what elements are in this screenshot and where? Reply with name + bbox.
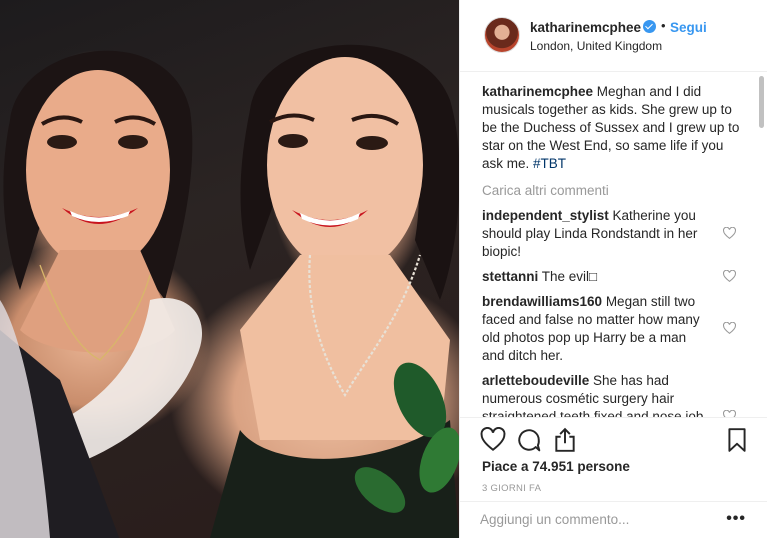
location-link[interactable]: London, United Kingdom <box>530 39 662 53</box>
separator-dot: • <box>661 18 666 33</box>
likes-count[interactable]: Piace a 74.951 persone <box>482 459 630 474</box>
more-options-button[interactable]: ••• <box>726 511 746 527</box>
comment-input[interactable] <box>480 512 710 527</box>
follow-button[interactable]: Segui <box>670 20 707 35</box>
comment-username[interactable]: brendawilliams160 <box>482 294 602 309</box>
header-username[interactable]: katharinemcphee <box>530 20 641 35</box>
comment-username[interactable]: independent_stylist <box>482 208 609 223</box>
list-item: brendawilliams160 Megan still two faced … <box>482 293 742 365</box>
photo-illustration <box>0 44 459 538</box>
comments-list[interactable]: katharinemcphee Meghan and I did musical… <box>460 73 760 417</box>
post-photo <box>0 0 459 538</box>
hashtag-link[interactable]: #TBT <box>533 156 566 171</box>
share-icon[interactable] <box>552 427 578 453</box>
post-timestamp[interactable]: 3 GIORNI FA <box>482 483 541 494</box>
post-header: katharinemcphee • Segui London, United K… <box>460 0 767 72</box>
post-side-panel: katharinemcphee • Segui London, United K… <box>459 0 767 538</box>
bookmark-icon[interactable] <box>724 427 750 453</box>
list-item: stettanni The evil□ <box>482 268 742 286</box>
load-more-comments-button[interactable]: Carica altri commenti <box>482 183 742 198</box>
list-item: independent_stylist Katherine you should… <box>482 207 742 261</box>
list-item: arletteboudeville She has had numerous c… <box>482 372 742 417</box>
comment-username[interactable]: arletteboudeville <box>482 373 589 388</box>
comment-text: The evil□ <box>538 269 598 284</box>
heart-icon[interactable] <box>723 227 736 240</box>
verified-badge-icon <box>643 20 656 33</box>
action-bar: Piace a 74.951 persone 3 GIORNI FA <box>460 417 767 501</box>
heart-icon[interactable] <box>723 270 736 283</box>
post-caption: katharinemcphee Meghan and I did musical… <box>482 83 742 173</box>
comment-username[interactable]: stettanni <box>482 269 538 284</box>
add-comment-bar: ••• <box>460 501 767 538</box>
avatar[interactable] <box>484 17 520 53</box>
comment-icon[interactable] <box>516 427 542 453</box>
heart-icon[interactable] <box>723 410 736 417</box>
comments-scrollbar[interactable] <box>759 76 764 128</box>
heart-icon[interactable] <box>723 322 736 335</box>
caption-username[interactable]: katharinemcphee <box>482 84 593 99</box>
heart-icon[interactable] <box>480 427 506 453</box>
